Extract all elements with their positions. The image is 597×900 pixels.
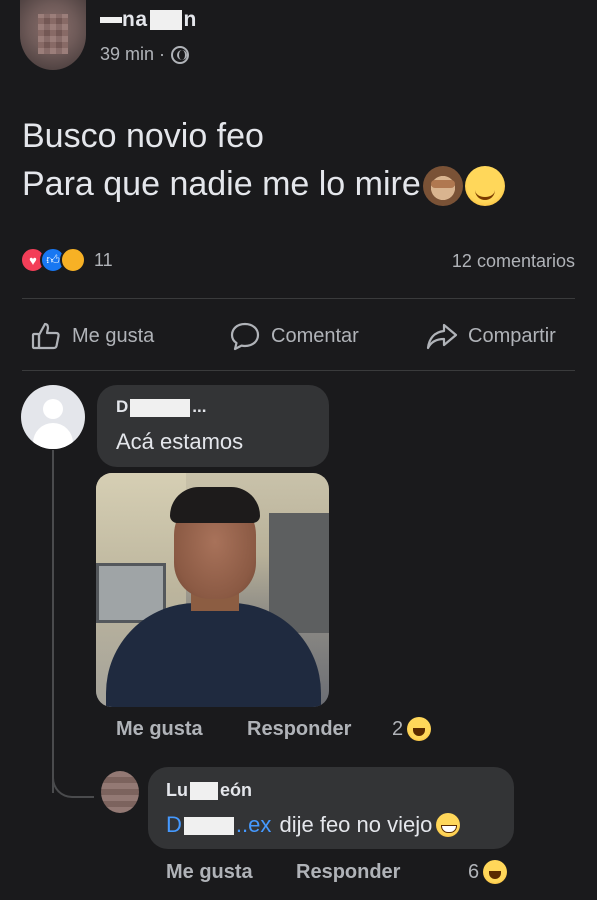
laugh-icon — [483, 860, 508, 884]
reply-reactions[interactable]: 6 — [468, 860, 508, 884]
comment-reply-link[interactable]: Responder — [247, 718, 351, 741]
comment-reactions[interactable]: 2 — [392, 717, 432, 741]
globe-icon — [171, 45, 190, 64]
censor-bar — [130, 398, 191, 417]
laugh-icon — [407, 717, 432, 741]
replier-name[interactable]: Lu eón — [166, 780, 252, 801]
replier-avatar[interactable] — [101, 771, 139, 813]
comment-like-link[interactable]: Me gusta — [116, 718, 203, 741]
like-label: Me gusta — [72, 324, 155, 347]
reply-like-link[interactable]: Me gusta — [166, 861, 253, 884]
post-text-content: Busco novio feo Para que nadie me lo mir… — [22, 117, 421, 203]
reply-reaction-count: 6 — [468, 860, 480, 883]
thread-line — [52, 450, 54, 793]
commenter-avatar[interactable] — [21, 385, 85, 449]
censor-bar — [100, 17, 122, 24]
mention-start: D — [166, 812, 182, 837]
mention-link[interactable]: D ..ex — [166, 812, 271, 838]
reply-text-content: dije feo no viejo — [273, 812, 433, 837]
censor-bar — [183, 817, 234, 836]
commenter-name-start: D — [116, 397, 129, 416]
censor-bar — [190, 782, 218, 801]
comment-photo[interactable] — [96, 473, 329, 707]
like-button[interactable]: Me gusta — [30, 320, 154, 352]
thread-connector — [52, 770, 94, 798]
replier-name-end: eón — [220, 780, 253, 800]
reaction-count: 11 — [94, 249, 113, 270]
censor-bar — [149, 10, 182, 31]
post-meta: 39 min · — [100, 44, 190, 65]
reply-text: D ..ex dije feo no viejo — [166, 812, 461, 838]
replier-name-start: Lu — [166, 780, 188, 800]
author-name[interactable]: na n — [100, 8, 197, 32]
author-name-end: n — [183, 8, 197, 31]
comment-button[interactable]: Comentar — [229, 320, 359, 352]
smile-icon — [464, 166, 505, 207]
author-name-start: na — [122, 8, 148, 31]
like-icon — [31, 322, 60, 350]
comment-reaction-count: 2 — [392, 717, 404, 740]
care-react-icon — [60, 247, 86, 273]
mention-end: ..ex — [235, 812, 272, 837]
author-avatar[interactable] — [20, 0, 86, 70]
commenter-name-end: ... — [192, 397, 207, 416]
post-time[interactable]: 39 min · — [100, 44, 165, 65]
share-icon — [426, 323, 458, 350]
post-text: Busco novio feo Para que nadie me lo mir… — [22, 112, 505, 208]
commenter-name[interactable]: D... — [116, 397, 206, 417]
comment-label: Comentar — [271, 324, 359, 347]
share-label: Compartir — [468, 324, 556, 347]
reply-reply-link[interactable]: Responder — [296, 861, 400, 884]
divider — [22, 298, 575, 299]
share-button[interactable]: Compartir — [426, 320, 556, 352]
grin-icon — [436, 813, 461, 837]
comments-count[interactable]: 12 comentarios — [452, 251, 575, 272]
comment-icon — [230, 322, 260, 351]
reactions-summary[interactable]: ♥ 👍︎ 11 — [20, 247, 113, 273]
comment-text: Acá estamos — [116, 429, 244, 454]
divider — [22, 370, 575, 371]
monkey-icon — [422, 166, 463, 207]
